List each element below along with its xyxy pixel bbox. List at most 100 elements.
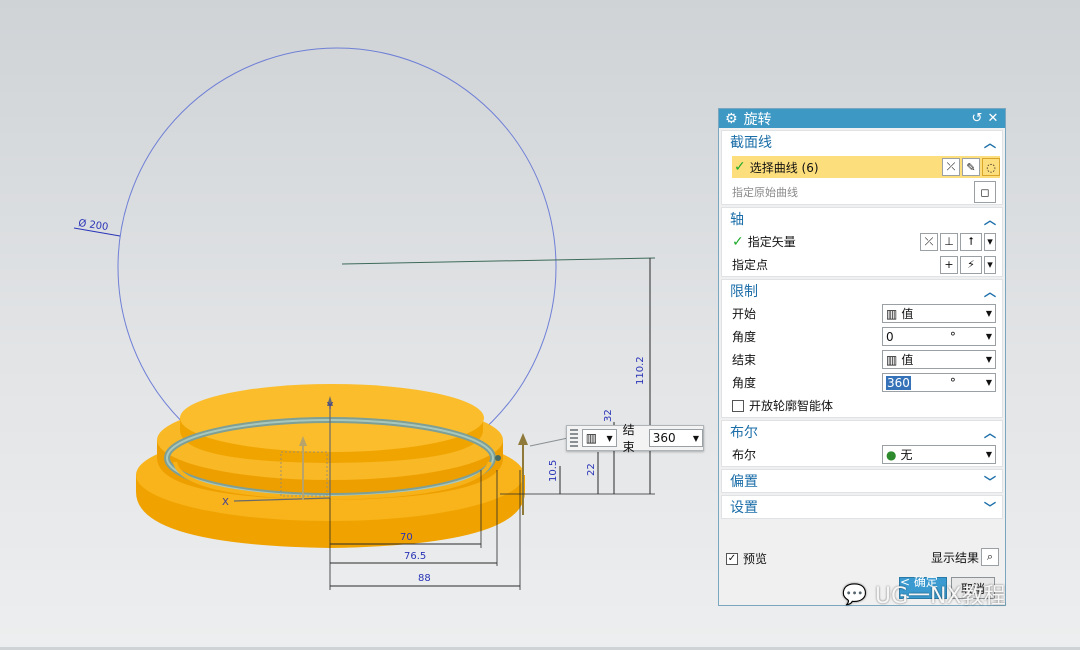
deselect-icon[interactable]: ⤫ [942,158,960,176]
section-title: 限制 [730,284,758,300]
open-profile-label: 开放轮廓智能体 [749,399,834,413]
limits-header[interactable]: 限制 ︿ [722,280,1002,302]
section-curve-group: 截面线 ︿ ✓ 选择曲线 (6) ⤫ ✎ ◌ 指定原始曲线 ◻ [721,130,1003,205]
watermark-text: UG一NX教程 [874,584,1006,609]
limits-group: 限制 ︿ 开始 ▥ 值 ▼ 角度 0 ° ▼ 结束 ▥ 值 ▼ 角度 360 °… [721,279,1003,418]
specify-vector-row[interactable]: ✓ 指定矢量 ⤫ ⊥ ⭡ ▾ [722,230,1002,253]
x-axis-label: X [222,497,229,508]
chevron-down-icon: ▼ [606,433,613,443]
revolve-dialog: ⚙ 旋转 ↺ ✕ 截面线 ︿ ✓ 选择曲线 (6) ⤫ ✎ ◌ 指定原始曲线 ◻… [718,108,1006,606]
boolean-group: 布尔 ︿ 布尔 ● 无 ▼ [721,420,1003,467]
start-angle-input[interactable]: 0 ° ▼ [882,327,996,346]
dialog-title: 旋转 [743,111,772,128]
boolean-header[interactable]: 布尔 ︿ [722,421,1002,443]
end-angle-label: 角度 [732,376,757,390]
section-curve-header[interactable]: 截面线 ︿ [722,131,1002,153]
chevron-down-icon: ▼ [985,309,992,318]
ring-point [495,455,501,461]
start-angle-row: 角度 0 ° ▼ [722,325,1002,348]
end-row: 结束 ▥ 值 ▼ [722,348,1002,371]
start-type-select[interactable]: ▥ 值 ▼ [882,304,996,323]
origin-curve-icon[interactable]: ◻ [974,181,996,203]
chevron-down-icon[interactable]: ▾ [984,232,996,251]
dim-10-5: 10.5 [548,460,559,482]
curve-select-icon[interactable]: ◌ [982,158,1000,176]
dim-small: 32 [603,409,614,422]
end-type-dropdown[interactable]: ▥ ▼ [581,429,617,447]
chevron-up-icon: ︿ [983,425,996,440]
float-value: 360 [652,431,676,445]
onscreen-end-input[interactable]: ▥ ▼ 结束 360 ▼ [566,423,704,454]
specify-point-label: 指定点 [732,258,769,272]
check-icon: ✓ [732,233,744,250]
dim-22: 22 [586,463,597,476]
section-title: 设置 [730,500,758,516]
section-title: 轴 [730,212,744,228]
vector-type-icon[interactable]: ⭡ [960,232,982,251]
dialog-titlebar[interactable]: ⚙ 旋转 ↺ ✕ [719,109,1005,128]
section-title: 截面线 [730,135,772,151]
settings-group: 设置 ﹀ [721,495,1003,519]
chevron-down-icon: ▼ [692,433,699,443]
point-type-icon[interactable]: ⚡ [960,255,982,274]
show-result-row[interactable]: 显示结果 ⌕ [931,548,999,566]
value-type-icon: ▥ [886,352,898,367]
sketch-section-icon[interactable]: ✎ [962,158,980,176]
open-profile-row[interactable]: 开放轮廓智能体 [722,394,1002,417]
preview-row[interactable]: ✓ 预览 [726,550,767,567]
chevron-down-icon[interactable]: ▾ [984,255,996,274]
float-label: 结束 [622,423,635,454]
start-angle-unit: ° [949,329,956,344]
chevron-down-icon: ▼ [985,332,992,341]
chevron-down-icon: ▼ [985,378,992,387]
chevron-down-icon: ▼ [985,450,992,459]
select-curve-label: 选择曲线 (6) [749,160,819,175]
end-angle-unit: ° [949,375,956,390]
preview-checkbox[interactable]: ✓ [726,552,738,565]
axis-centerline [341,257,656,265]
end-angle-value: 360 [886,375,911,390]
offset-header[interactable]: 偏置 ﹀ [722,470,1002,492]
end-angle-row: 角度 360 ° ▼ [722,371,1002,394]
end-type-select[interactable]: ▥ 值 ▼ [882,350,996,369]
end-angle-input[interactable]: 360 ° ▼ [882,373,996,392]
start-row: 开始 ▥ 值 ▼ [722,302,1002,325]
boolean-none-icon: ● [886,447,897,462]
close-icon[interactable]: ✕ [985,111,1001,126]
start-label: 开始 [732,307,757,321]
end-label: 结束 [732,353,757,367]
end-type-value: 值 [901,353,914,367]
open-profile-checkbox[interactable] [732,399,744,412]
reverse-direction-icon[interactable]: ⤫ [920,232,938,251]
settings-header[interactable]: 设置 ﹀ [722,496,1002,518]
chevron-down-icon: ﹀ [983,474,996,489]
float-value-field[interactable]: 360 ▼ [648,429,703,447]
reset-icon[interactable]: ↺ [969,111,985,126]
magnifier-icon[interactable]: ⌕ [981,548,999,566]
check-icon: ✓ [734,159,746,175]
start-type-value: 值 [901,307,914,321]
watermark: 💬 UG一NX教程 [842,578,1006,610]
boolean-select[interactable]: ● 无 ▼ [882,445,996,464]
dim-76-5: 76.5 [404,551,426,562]
dim-70: 70 [400,532,413,543]
specify-vector-label: 指定矢量 [747,235,796,249]
point-dialog-icon[interactable]: + [940,255,958,274]
show-result-label: 显示结果 [930,550,979,565]
preview-label: 预览 [743,552,768,566]
grip-handle[interactable] [570,429,578,447]
vector-dialog-icon[interactable]: ⊥ [940,232,958,251]
start-angle-label: 角度 [732,330,757,344]
diameter-dim[interactable]: Ø 200 [78,217,110,233]
boolean-row: 布尔 ● 无 ▼ [722,443,1002,466]
value-type-icon: ▥ [886,306,898,321]
axis-header[interactable]: 轴 ︿ [722,208,1002,230]
chevron-up-icon: ︿ [983,212,996,227]
gear-icon: ⚙ [725,110,738,127]
section-title: 布尔 [730,425,758,441]
section-title: 偏置 [730,474,758,490]
dim-height: 110.2 [635,356,646,385]
specify-point-row[interactable]: 指定点 + ⚡ ▾ [722,253,1002,276]
specify-origin-row[interactable]: 指定原始曲线 ◻ [722,180,1002,204]
select-curve-row[interactable]: ✓ 选择曲线 (6) ⤫ ✎ ◌ [732,156,1000,178]
